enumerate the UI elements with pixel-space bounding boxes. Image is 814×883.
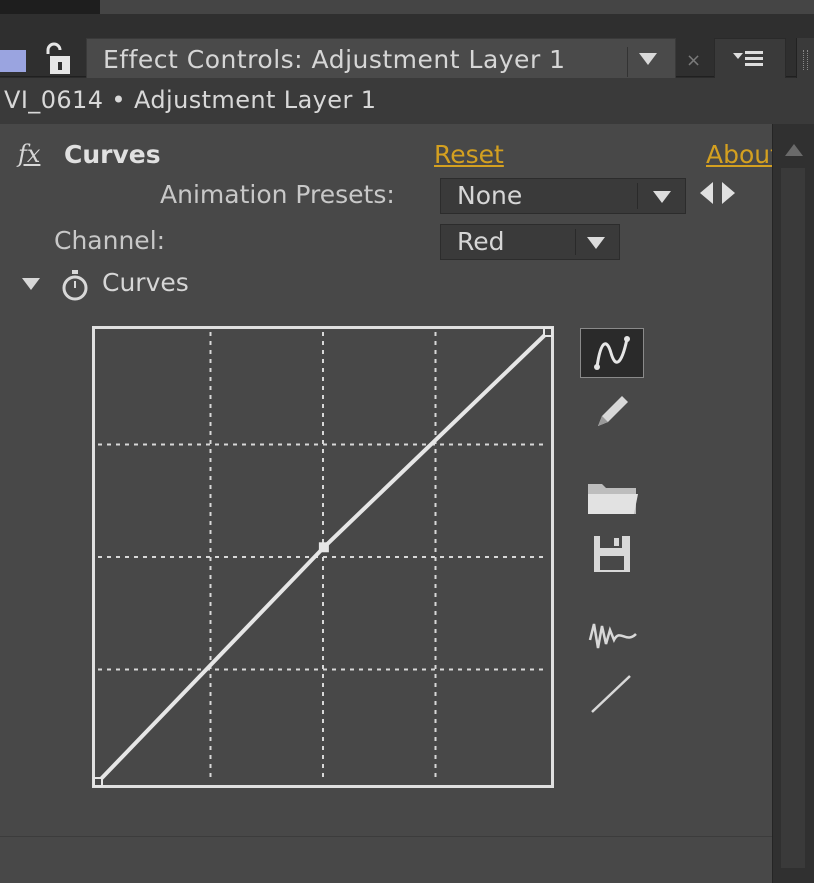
reset-line-icon: [591, 675, 631, 713]
tab-title: Effect Controls: Adjustment Layer 1: [103, 45, 566, 74]
previous-preset-icon[interactable]: [700, 182, 713, 204]
animation-presets-value: None: [457, 181, 523, 210]
layer-breadcrumb: VI_0614 • Adjustment Layer 1: [4, 86, 377, 114]
curve-control-point[interactable]: [93, 777, 103, 787]
vertical-scrollbar[interactable]: [772, 124, 814, 883]
tab-divider: [627, 47, 628, 77]
animation-presets-dropdown[interactable]: None: [440, 178, 686, 214]
scroll-track[interactable]: [781, 168, 805, 868]
next-preset-icon[interactable]: [722, 182, 735, 204]
smooth-button[interactable]: [580, 610, 644, 660]
dropdown-divider: [575, 229, 576, 255]
expand-triangle-icon[interactable]: [22, 278, 40, 290]
top-strip-segment: [100, 0, 814, 14]
label-color-swatch: [0, 50, 26, 72]
hamburger-icon: [745, 51, 763, 69]
curves-section-title: Curves: [102, 268, 189, 297]
open-folder-icon: [588, 484, 638, 514]
channel-value: Red: [457, 227, 505, 256]
reset-link[interactable]: Reset: [434, 140, 504, 169]
channel-label: Channel:: [54, 226, 166, 255]
menu-arrow-icon: [733, 53, 743, 59]
channel-dropdown[interactable]: Red: [440, 224, 620, 260]
animation-presets-label: Animation Presets:: [160, 180, 395, 209]
pencil-icon: [598, 396, 628, 426]
stopwatch-icon[interactable]: [60, 270, 90, 302]
dropdown-divider: [637, 183, 638, 209]
effect-header-row: fx Curves Reset About...: [0, 130, 772, 174]
save-curve-button[interactable]: [580, 530, 644, 580]
panel-divider: [0, 836, 772, 837]
effect-name: Curves: [64, 140, 161, 169]
chevron-down-icon[interactable]: [639, 53, 657, 65]
lock-icon[interactable]: [42, 42, 72, 76]
curves-graph[interactable]: [92, 326, 554, 788]
scroll-up-icon[interactable]: [785, 144, 803, 156]
curve-control-point[interactable]: [543, 327, 553, 337]
about-link[interactable]: About...: [706, 140, 772, 169]
bezier-curve-icon: [594, 336, 630, 370]
reset-curve-button[interactable]: [580, 668, 644, 718]
smooth-wave-icon: [588, 623, 637, 649]
fx-toggle-icon[interactable]: fx: [18, 140, 40, 168]
chevron-down-icon: [587, 237, 605, 249]
layer-breadcrumb-bar: VI_0614 • Adjustment Layer 1: [0, 78, 814, 124]
chevron-down-icon: [653, 191, 671, 203]
bezier-tool-button[interactable]: [580, 328, 644, 378]
pencil-tool-button[interactable]: [580, 384, 644, 434]
open-curve-button[interactable]: [580, 474, 644, 524]
top-strip: [0, 0, 814, 14]
close-icon[interactable]: ×: [686, 50, 701, 71]
curve-control-point[interactable]: [318, 542, 329, 553]
panel-tab-bar: Effect Controls: Adjustment Layer 1 ×: [0, 14, 814, 84]
save-floppy-icon: [594, 536, 630, 572]
